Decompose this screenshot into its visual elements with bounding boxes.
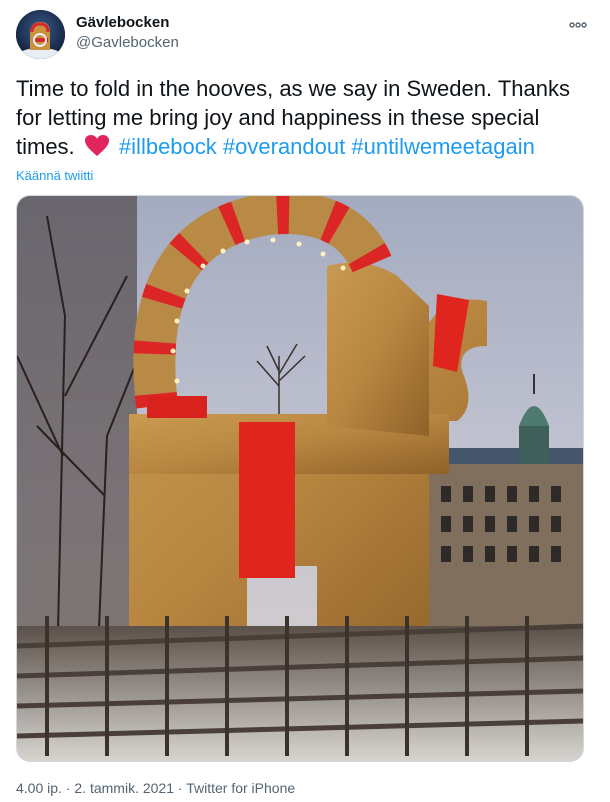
tweet-date[interactable]: 2. tammik. 2021: [74, 780, 174, 796]
tweet-meta: 4.00 ip. · 2. tammik. 2021 · Twitter for…: [16, 780, 295, 796]
tweet-photo[interactable]: [16, 195, 584, 762]
hashtag-link[interactable]: #illbebock: [119, 134, 217, 159]
avatar[interactable]: [16, 10, 65, 59]
tweet-header: Gävlebocken @Gavlebocken: [16, 8, 596, 60]
hashtag-link[interactable]: #untilwemeetagain: [351, 134, 534, 159]
account-names: Gävlebocken @Gavlebocken: [76, 14, 179, 53]
more-horizontal-icon: [569, 15, 587, 33]
photo-straw-goat: [17, 196, 583, 761]
hashtag-link[interactable]: #overandout: [223, 134, 345, 159]
account-handle[interactable]: @Gavlebocken: [76, 33, 179, 53]
tweet-client-link[interactable]: Twitter for iPhone: [186, 780, 295, 796]
heart-icon: [84, 134, 110, 164]
display-name[interactable]: Gävlebocken: [76, 14, 179, 32]
translate-tweet-link[interactable]: Käännä twiitti: [16, 168, 93, 183]
meta-separator: ·: [177, 780, 183, 796]
tweet-text: Time to fold in the hooves, as we say in…: [16, 74, 586, 164]
more-options-button[interactable]: [564, 12, 592, 36]
tweet-time[interactable]: 4.00 ip.: [16, 780, 62, 796]
meta-separator: ·: [65, 780, 71, 796]
